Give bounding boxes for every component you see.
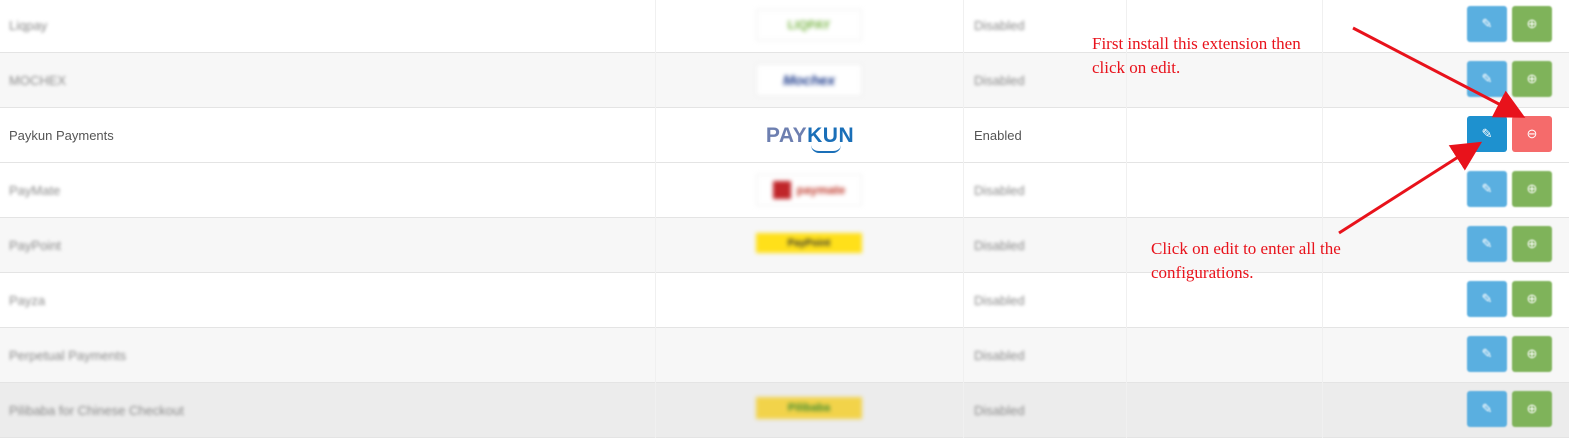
arrow-to-edit: [1338, 141, 1483, 235]
annotation-arrows: [1338, 26, 1526, 235]
arrow-to-uninstall: [1352, 26, 1526, 118]
